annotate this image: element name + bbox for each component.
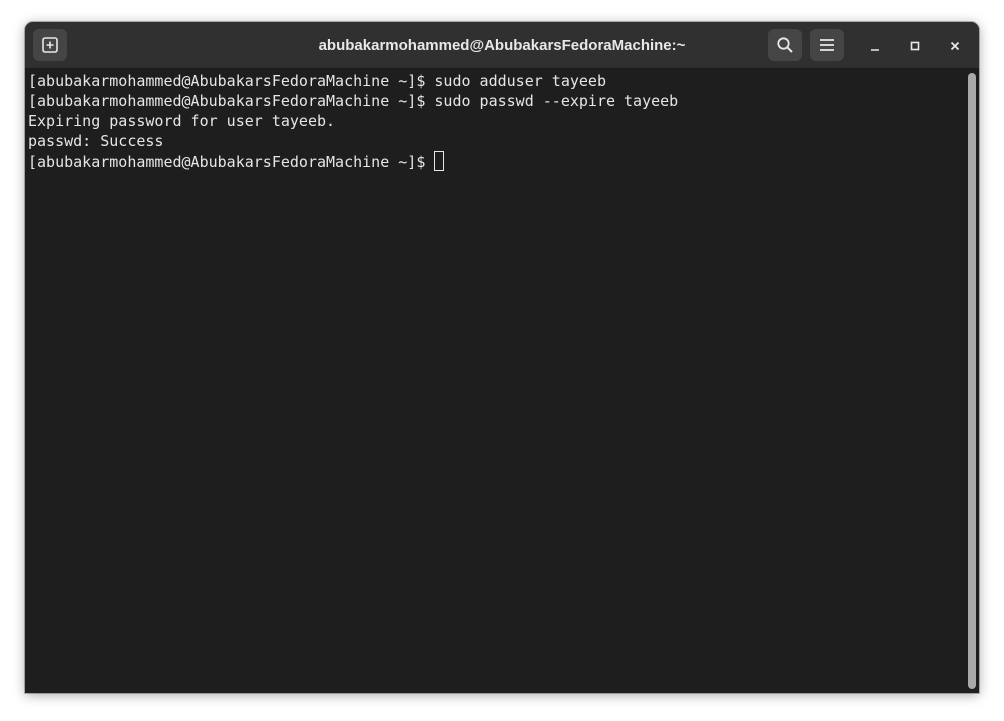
maximize-icon: [910, 41, 920, 51]
header-bar: abubakarmohammed@AbubakarsFedoraMachine:…: [25, 22, 979, 69]
terminal-window: abubakarmohammed@AbubakarsFedoraMachine:…: [25, 22, 979, 693]
search-icon: [777, 37, 793, 53]
new-tab-button[interactable]: [33, 29, 67, 61]
close-icon: [950, 41, 960, 51]
minimize-button[interactable]: [863, 34, 887, 58]
new-tab-icon: [42, 37, 58, 53]
text-cursor: [434, 151, 445, 171]
minimize-icon: [871, 49, 879, 51]
terminal-line: Expiring password for user tayeeb.: [28, 112, 336, 130]
close-button[interactable]: [943, 34, 967, 58]
terminal-prompt: [abubakarmohammed@AbubakarsFedoraMachine…: [28, 153, 435, 171]
search-button[interactable]: [768, 29, 802, 61]
menu-button[interactable]: [810, 29, 844, 61]
hamburger-menu-icon: [820, 39, 834, 51]
terminal-prompt-line[interactable]: [abubakarmohammed@AbubakarsFedoraMachine…: [28, 151, 965, 171]
terminal-output[interactable]: [abubakarmohammed@AbubakarsFedoraMachine…: [25, 69, 965, 693]
terminal-line: passwd: Success: [28, 132, 164, 150]
terminal-line: [abubakarmohammed@AbubakarsFedoraMachine…: [28, 92, 679, 110]
maximize-button[interactable]: [903, 34, 927, 58]
terminal-line: [abubakarmohammed@AbubakarsFedoraMachine…: [28, 72, 606, 90]
scrollbar[interactable]: [968, 73, 976, 689]
